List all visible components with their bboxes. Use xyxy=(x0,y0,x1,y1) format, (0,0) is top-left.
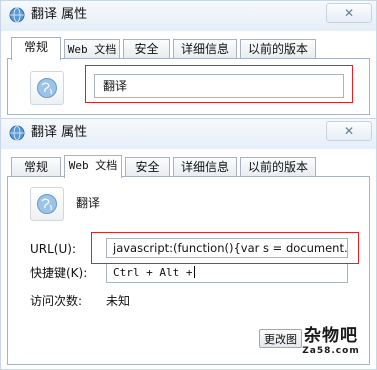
globe-icon xyxy=(9,125,25,141)
close-button[interactable]: ✕ xyxy=(326,3,372,23)
window-title: 翻译 属性 xyxy=(31,125,88,140)
shortcut-key-value: Ctrl + Alt + xyxy=(113,266,193,279)
tab-previous-versions[interactable]: 以前的版本 xyxy=(240,39,316,58)
watermark-text: 杂物吧 xyxy=(304,326,358,346)
globe-icon xyxy=(9,7,25,23)
shortcut-icon-box xyxy=(30,187,64,221)
shortcut-key-label: 快捷键(K): xyxy=(30,266,88,280)
url-label: URL(U): xyxy=(30,242,76,256)
tab-security[interactable]: 安全 xyxy=(125,157,170,176)
tab-general[interactable]: 常规 xyxy=(11,157,61,176)
window-title: 翻译 属性 xyxy=(31,7,88,22)
tab-web-document[interactable]: Web 文档 xyxy=(64,39,120,58)
close-icon: ✕ xyxy=(343,6,355,20)
titlebar[interactable]: 翻译 属性 ✕ xyxy=(1,119,376,149)
visits-label: 访问次数: xyxy=(30,294,83,308)
watermark: 杂物吧 Za58.com xyxy=(292,326,370,357)
visits-value: 未知 xyxy=(106,294,131,308)
tab-panel-general: 翻译 xyxy=(7,58,370,115)
shortcut-key-input[interactable]: Ctrl + Alt + xyxy=(106,263,348,283)
tab-security[interactable]: 安全 xyxy=(123,39,170,58)
url-input[interactable]: javascript:(function(){var s = document.… xyxy=(106,238,348,258)
properties-dialog-top: 翻译 属性 ✕ 常规 Web 文档 安全 详细信息 以前的版本 翻译 xyxy=(0,0,377,120)
watermark-url: Za58.com xyxy=(302,346,360,356)
tab-details[interactable]: 详细信息 xyxy=(173,39,237,58)
tab-web-document[interactable]: Web 文档 xyxy=(64,155,122,178)
globe-icon xyxy=(37,194,57,214)
tab-previous-versions[interactable]: 以前的版本 xyxy=(240,157,316,176)
titlebar[interactable]: 翻译 属性 ✕ xyxy=(1,1,376,31)
globe-icon xyxy=(37,78,57,98)
shortcut-name: 翻译 xyxy=(76,196,101,210)
tab-general[interactable]: 常规 xyxy=(11,37,61,60)
shortcut-name-input[interactable]: 翻译 xyxy=(94,74,344,98)
shortcut-icon-box xyxy=(30,71,64,105)
close-button[interactable]: ✕ xyxy=(326,121,372,141)
text-caret xyxy=(194,266,196,278)
tab-details[interactable]: 详细信息 xyxy=(173,157,237,176)
close-icon: ✕ xyxy=(343,124,355,138)
